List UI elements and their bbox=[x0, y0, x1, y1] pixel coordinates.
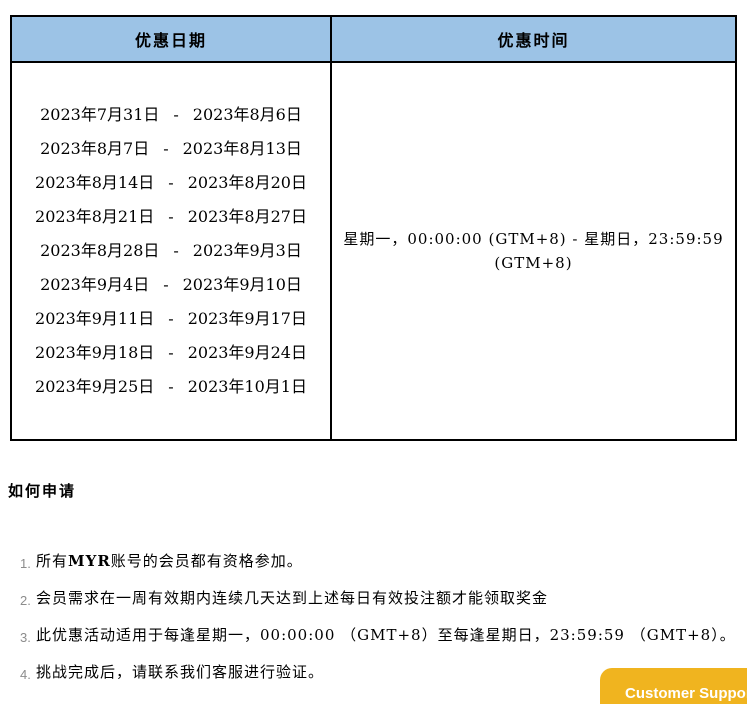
date-range-start: 2023年9月25日 bbox=[35, 377, 155, 396]
date-range-row: 2023年8月21日 -2023年8月27日 bbox=[12, 200, 330, 234]
date-range-end: 2023年9月24日 bbox=[187, 343, 307, 362]
header-offer-time: 优惠时间 bbox=[330, 15, 737, 63]
date-range-end: 2023年8月13日 bbox=[182, 139, 302, 158]
list-item-number: 1. bbox=[20, 556, 31, 571]
date-range-row: 2023年8月7日 -2023年8月13日 bbox=[12, 132, 330, 166]
date-range-end: 2023年10月1日 bbox=[187, 377, 307, 396]
list-item-number: 2. bbox=[20, 593, 31, 608]
list-item-number: 4. bbox=[20, 667, 31, 682]
date-range-separator: - bbox=[168, 173, 174, 192]
how-to-apply-item: 1. 所有MYR账号的会员都有资格参加。 bbox=[0, 549, 747, 573]
list-item-text: 此优惠活动适用于每逢星期一，00:00:00 （GMT+8）至每逢星期日，23:… bbox=[36, 626, 736, 644]
date-range-start: 2023年9月4日 bbox=[40, 275, 150, 294]
list-item-text: 挑战完成后，请联系我们客服进行验证。 bbox=[36, 663, 325, 681]
list-item-text: MYR bbox=[68, 552, 111, 570]
how-to-apply-item: 3. 此优惠活动适用于每逢星期一，00:00:00 （GMT+8）至每逢星期日，2… bbox=[0, 623, 747, 647]
offer-time-text: 星期一，00:00:00 (GTM+8) - 星期日，23:59:59 (GTM… bbox=[343, 230, 724, 272]
date-range-separator: - bbox=[173, 241, 179, 260]
promo-schedule-table: 优惠日期 优惠时间 2023年7月31日 -2023年8月6日 2023年8月7日 -… bbox=[10, 15, 737, 441]
date-range-row: 2023年7月31日 -2023年8月6日 bbox=[12, 98, 330, 132]
date-range-row: 2023年9月11日 -2023年9月17日 bbox=[12, 302, 330, 336]
date-range-row: 2023年9月4日 -2023年9月10日 bbox=[12, 268, 330, 302]
date-range-start: 2023年8月21日 bbox=[35, 207, 155, 226]
date-range-separator: - bbox=[173, 105, 179, 124]
date-range-row: 2023年9月18日 -2023年9月24日 bbox=[12, 336, 330, 370]
header-offer-date: 优惠日期 bbox=[10, 15, 332, 63]
offer-time-cell: 星期一，00:00:00 (GTM+8) - 星期日，23:59:59 (GTM… bbox=[330, 61, 737, 441]
date-range-row: 2023年9月25日 -2023年10月1日 bbox=[12, 370, 330, 404]
date-range-separator: - bbox=[168, 377, 174, 396]
list-item-text: 会员需求在一周有效期内连续几天达到上述每日有效投注额才能领取奖金 bbox=[36, 589, 549, 607]
date-range-end: 2023年8月6日 bbox=[192, 105, 302, 124]
date-range-separator: - bbox=[168, 207, 174, 226]
date-range-end: 2023年8月27日 bbox=[187, 207, 307, 226]
date-range-separator: - bbox=[168, 343, 174, 362]
offer-date-cell: 2023年7月31日 -2023年8月6日 2023年8月7日 -2023年8月13日… bbox=[10, 61, 332, 441]
customer-support-button[interactable]: Customer Support bbox=[600, 668, 747, 704]
date-range-start: 2023年8月28日 bbox=[40, 241, 160, 260]
date-range-start: 2023年8月14日 bbox=[35, 173, 155, 192]
date-range-start: 2023年8月7日 bbox=[40, 139, 150, 158]
date-range-end: 2023年9月10日 bbox=[182, 275, 302, 294]
table-header-row: 优惠日期 优惠时间 bbox=[10, 15, 737, 63]
how-to-apply-item: 2. 会员需求在一周有效期内连续几天达到上述每日有效投注额才能领取奖金 bbox=[0, 586, 747, 610]
date-range-row: 2023年8月14日 -2023年8月20日 bbox=[12, 166, 330, 200]
list-item-number: 3. bbox=[20, 630, 31, 645]
date-range-row: 2023年8月28日 -2023年9月3日 bbox=[12, 234, 330, 268]
how-to-apply-list: 1. 所有MYR账号的会员都有资格参加。 2. 会员需求在一周有效期内连续几天达到上述… bbox=[0, 549, 747, 684]
date-range-separator: - bbox=[168, 309, 174, 328]
date-range-start: 2023年7月31日 bbox=[40, 105, 160, 124]
date-range-start: 2023年9月11日 bbox=[35, 309, 155, 328]
date-range-list: 2023年7月31日 -2023年8月6日 2023年8月7日 -2023年8月13日… bbox=[12, 98, 330, 404]
date-range-end: 2023年9月3日 bbox=[192, 241, 302, 260]
date-range-separator: - bbox=[163, 275, 169, 294]
list-item-text: 所有 bbox=[36, 552, 69, 570]
date-range-end: 2023年8月20日 bbox=[187, 173, 307, 192]
date-range-separator: - bbox=[163, 139, 169, 158]
promo-page: 优惠日期 优惠时间 2023年7月31日 -2023年8月6日 2023年8月7日 -… bbox=[0, 15, 747, 704]
how-to-apply-heading: 如何申请 bbox=[8, 482, 77, 500]
list-item-text: 账号的会员都有资格参加。 bbox=[110, 552, 303, 570]
date-range-start: 2023年9月18日 bbox=[35, 343, 155, 362]
table-body-row: 2023年7月31日 -2023年8月6日 2023年8月7日 -2023年8月13日… bbox=[10, 61, 737, 441]
date-range-end: 2023年9月17日 bbox=[187, 309, 307, 328]
